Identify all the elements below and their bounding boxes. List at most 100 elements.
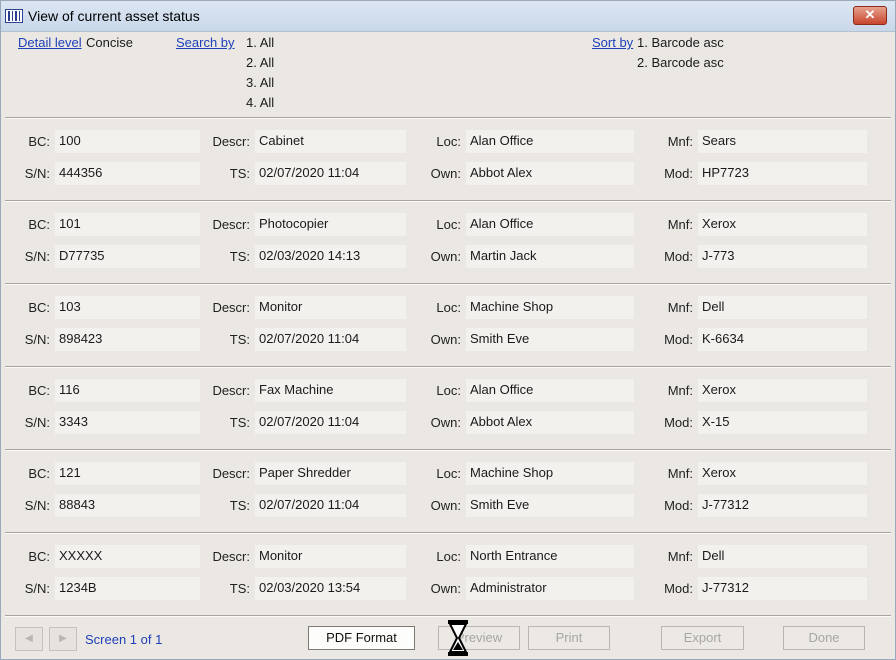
field-value-mod: X-15 [698, 411, 867, 434]
detail-level-link[interactable]: Detail level [18, 35, 82, 50]
pdf-format-button[interactable]: PDF Format [308, 626, 415, 650]
field-value-mnf: Dell [698, 545, 867, 568]
field-label-loc: Loc: [436, 383, 461, 398]
field-value-descr: Paper Shredder [255, 462, 406, 485]
field-value-mnf: Sears [698, 130, 867, 153]
search-by-item: 1. All [246, 35, 275, 50]
field-label-sn: S/N: [24, 166, 50, 181]
field-label-mnf: Mnf: [667, 300, 693, 315]
field-value-mod: J-77312 [698, 494, 867, 517]
field-label-loc: Loc: [436, 134, 461, 149]
record-separator [5, 200, 891, 202]
field-value-ts: 02/07/2020 11:04 [255, 494, 406, 517]
field-label-own: Own: [430, 166, 461, 181]
field-label-mnf: Mnf: [667, 549, 693, 564]
field-label-mnf: Mnf: [667, 466, 693, 481]
prev-page-button[interactable]: ◀ [15, 627, 43, 651]
field-value-sn: 88843 [55, 494, 200, 517]
field-value-ts: 02/07/2020 11:04 [255, 328, 406, 351]
field-label-descr: Descr: [212, 134, 250, 149]
search-by-item: 4. All [246, 95, 275, 110]
field-label-sn: S/N: [24, 415, 50, 430]
hourglass-cursor-icon [448, 620, 468, 656]
field-value-sn: 898423 [55, 328, 200, 351]
field-value-ts: 02/03/2020 13:54 [255, 577, 406, 600]
field-label-mnf: Mnf: [667, 134, 693, 149]
search-by-link[interactable]: Search by [176, 35, 235, 50]
field-label-loc: Loc: [436, 300, 461, 315]
field-label-mod: Mod: [664, 581, 693, 596]
app-icon [5, 9, 23, 23]
field-label-sn: S/N: [24, 581, 50, 596]
field-label-descr: Descr: [212, 217, 250, 232]
field-label-bc: BC: [28, 217, 50, 232]
sort-by-item: 2. Barcode asc [637, 55, 724, 70]
field-value-mnf: Xerox [698, 379, 867, 402]
field-value-own: Martin Jack [466, 245, 634, 268]
field-label-sn: S/N: [24, 332, 50, 347]
field-value-ts: 02/03/2020 14:13 [255, 245, 406, 268]
field-value-mod: J-773 [698, 245, 867, 268]
field-label-bc: BC: [28, 466, 50, 481]
field-label-mnf: Mnf: [667, 383, 693, 398]
field-value-own: Abbot Alex [466, 411, 634, 434]
field-label-mod: Mod: [664, 166, 693, 181]
field-value-sn: D77735 [55, 245, 200, 268]
record-separator [5, 532, 891, 534]
footer-bar: ◀ ▶ Screen 1 of 1 PDF Format Preview Pri… [1, 614, 895, 660]
record-separator [5, 449, 891, 451]
sort-by-item: 1. Barcode asc [637, 35, 724, 50]
sort-by-link[interactable]: Sort by [592, 35, 633, 50]
field-value-ts: 02/07/2020 11:04 [255, 162, 406, 185]
field-label-ts: TS: [229, 166, 250, 181]
field-label-descr: Descr: [212, 466, 250, 481]
field-label-mod: Mod: [664, 498, 693, 513]
field-label-ts: TS: [229, 415, 250, 430]
next-page-button[interactable]: ▶ [49, 627, 77, 651]
field-label-own: Own: [430, 581, 461, 596]
print-button[interactable]: Print [528, 626, 610, 650]
field-value-descr: Fax Machine [255, 379, 406, 402]
close-button[interactable]: ✕ [853, 6, 887, 25]
field-value-loc: Alan Office [466, 379, 634, 402]
field-value-loc: Machine Shop [466, 296, 634, 319]
field-value-bc: XXXXX [55, 545, 200, 568]
record-separator [5, 366, 891, 368]
field-value-descr: Monitor [255, 545, 406, 568]
field-value-own: Smith Eve [466, 328, 634, 351]
field-value-mod: HP7723 [698, 162, 867, 185]
field-value-sn: 1234B [55, 577, 200, 600]
field-label-bc: BC: [28, 383, 50, 398]
field-value-mod: J-77312 [698, 577, 867, 600]
field-value-descr: Monitor [255, 296, 406, 319]
field-value-mnf: Xerox [698, 213, 867, 236]
field-value-sn: 3343 [55, 411, 200, 434]
field-value-bc: 103 [55, 296, 200, 319]
field-label-loc: Loc: [436, 466, 461, 481]
done-button[interactable]: Done [783, 626, 865, 650]
field-label-loc: Loc: [436, 549, 461, 564]
field-label-ts: TS: [229, 249, 250, 264]
field-value-sn: 444356 [55, 162, 200, 185]
field-label-ts: TS: [229, 498, 250, 513]
field-value-mnf: Xerox [698, 462, 867, 485]
field-label-own: Own: [430, 249, 461, 264]
detail-level-value: Concise [86, 35, 133, 50]
field-value-descr: Photocopier [255, 213, 406, 236]
pdf-format-label: PDF Format [326, 630, 397, 645]
field-label-mod: Mod: [664, 249, 693, 264]
field-value-loc: Alan Office [466, 130, 634, 153]
field-value-loc: North Entrance [466, 545, 634, 568]
field-value-bc: 100 [55, 130, 200, 153]
screen-indicator: Screen 1 of 1 [85, 632, 163, 647]
title-bar: View of current asset status ✕ [1, 1, 895, 32]
field-label-mod: Mod: [664, 415, 693, 430]
field-label-own: Own: [430, 498, 461, 513]
field-value-own: Administrator [466, 577, 634, 600]
field-value-ts: 02/07/2020 11:04 [255, 411, 406, 434]
export-button[interactable]: Export [661, 626, 744, 650]
field-value-descr: Cabinet [255, 130, 406, 153]
field-label-ts: TS: [229, 332, 250, 347]
record-separator [5, 283, 891, 285]
field-label-ts: TS: [229, 581, 250, 596]
